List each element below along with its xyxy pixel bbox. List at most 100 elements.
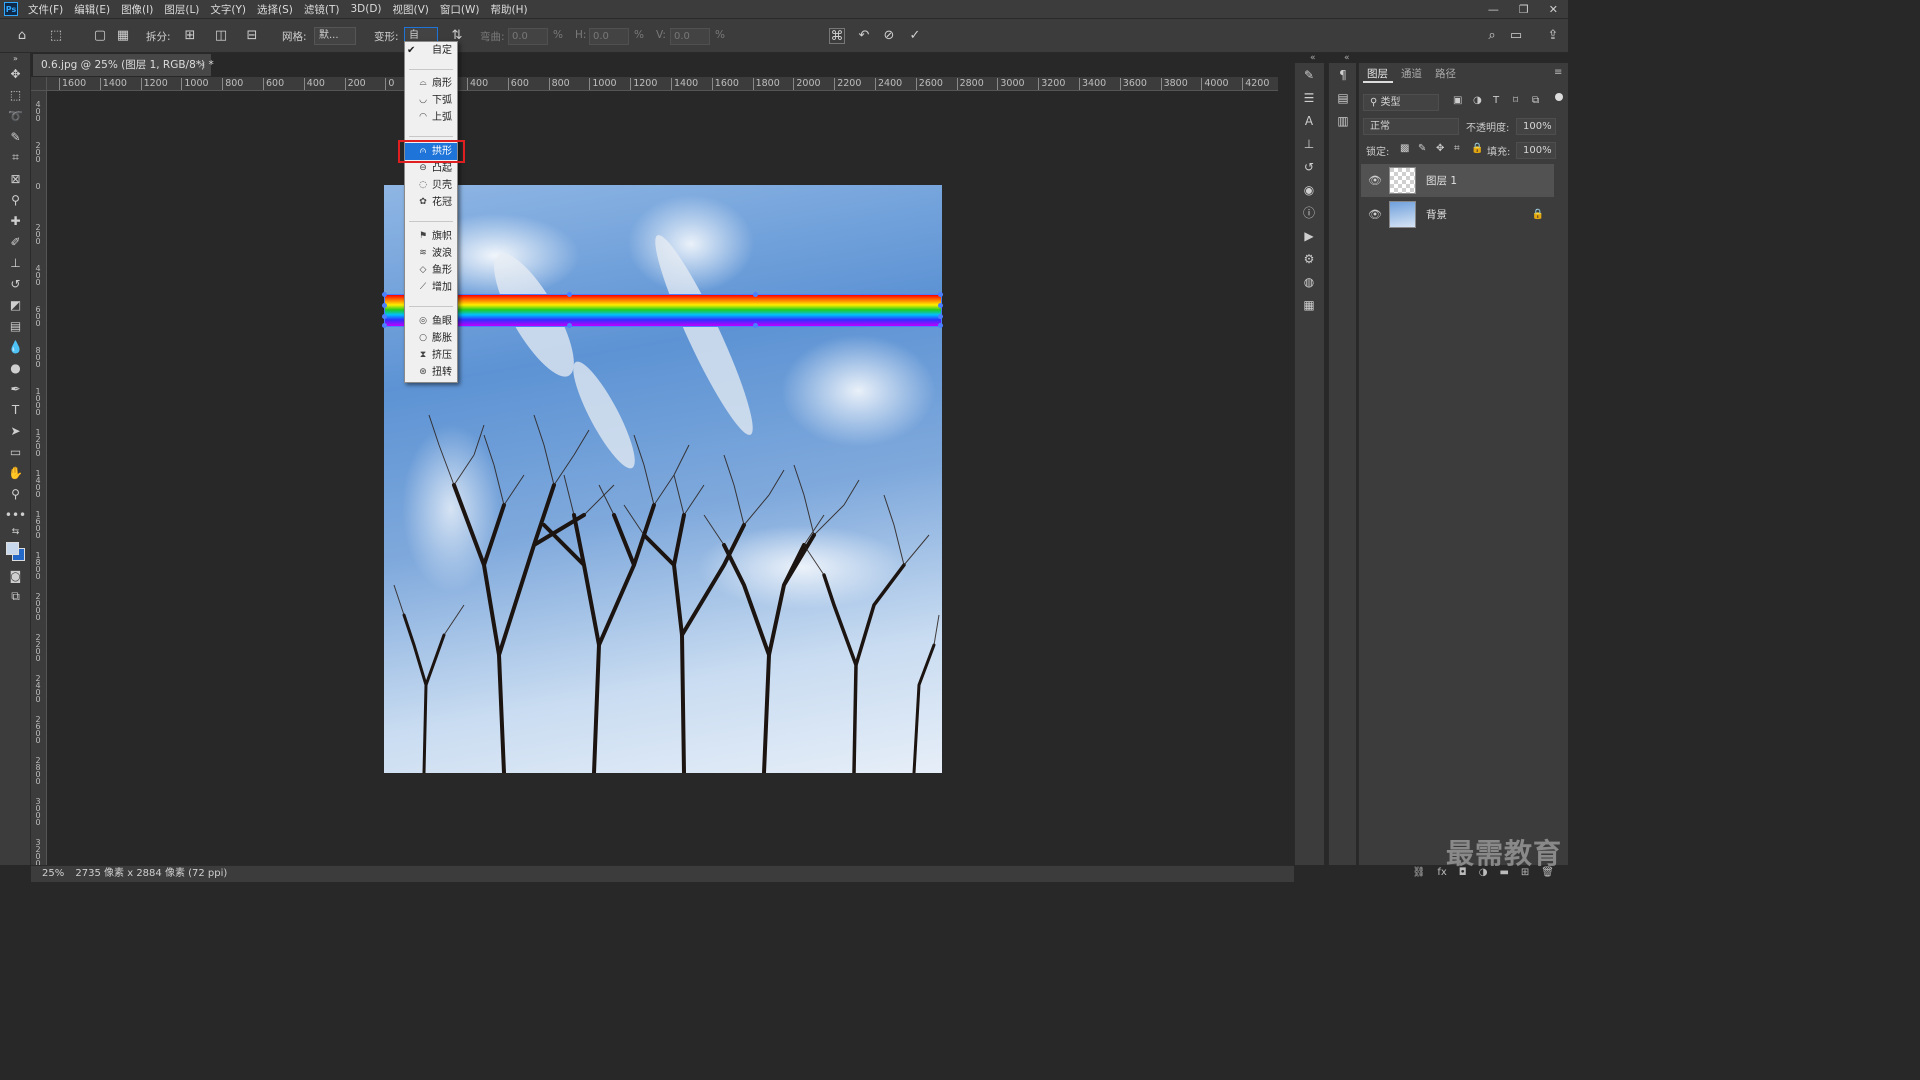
tab-channels[interactable]: 通道 — [1401, 66, 1422, 81]
zoom-tool-icon[interactable]: ⚲ — [0, 483, 31, 504]
move-tool-icon[interactable]: ✥ — [0, 63, 31, 84]
collapse-strip-icon[interactable]: « — [1310, 53, 1316, 63]
link-layers-icon[interactable]: ⛓ — [1413, 867, 1426, 878]
brush-settings-icon[interactable]: ✎ — [1295, 63, 1323, 86]
blur-tool-icon[interactable]: 💧 — [0, 336, 31, 357]
menu-help[interactable]: 帮助(H) — [491, 2, 528, 17]
split-horizontal-icon[interactable]: ⊟ — [244, 28, 260, 44]
document-info[interactable]: 2735 像素 x 2884 像素 (72 ppi) — [75, 868, 227, 879]
share-icon[interactable]: ⇪ — [1545, 28, 1561, 44]
reference-grid-icon[interactable]: ▦ — [115, 28, 131, 44]
warp-option-shell[interactable]: ◌ 贝壳 — [405, 177, 457, 194]
table-icon[interactable]: ▦ — [1295, 293, 1323, 316]
transform-handle[interactable] — [938, 303, 943, 308]
lock-position-icon[interactable]: ✥ — [1436, 143, 1444, 154]
close-window-button[interactable]: ✕ — [1549, 3, 1558, 16]
workspace-icon[interactable]: ▭ — [1508, 28, 1524, 44]
hand-tool-icon[interactable]: ✋ — [0, 462, 31, 483]
horizontal-ruler[interactable]: 1600 1400 1200 1000 800 600 400 200 0 400 600 800 10… — [47, 77, 1278, 91]
transform-handle[interactable] — [938, 323, 943, 328]
document-tab[interactable]: 0.6.jpg @ 25% (图层 1, RGB/8*) * × — [33, 54, 214, 76]
menu-type[interactable]: 文字(Y) — [210, 2, 246, 17]
visibility-eye-icon[interactable]: 👁 — [1365, 208, 1385, 221]
history-brush-tool-icon[interactable]: ↺ — [0, 273, 31, 294]
stamp-tool-icon[interactable]: ⊥ — [0, 252, 31, 273]
transform-handle[interactable] — [567, 292, 572, 297]
warp-option-flower[interactable]: ✿ 花冠 — [405, 194, 457, 211]
paragraph-icon[interactable]: ¶ — [1329, 63, 1357, 86]
libraries-icon[interactable]: ▤ — [1329, 86, 1357, 109]
warp-option-wave[interactable]: ≋ 波浪 — [405, 245, 457, 262]
menu-view[interactable]: 视图(V) — [393, 2, 429, 17]
transform-handle[interactable] — [382, 303, 387, 308]
restore-button[interactable]: ❐ — [1519, 3, 1529, 16]
rectangle-tool-icon[interactable]: ▭ — [0, 441, 31, 462]
transform-handle[interactable] — [382, 314, 387, 319]
visibility-eye-icon[interactable]: 👁 — [1365, 174, 1385, 187]
eraser-tool-icon[interactable]: ◩ — [0, 294, 31, 315]
foreground-color-swatch[interactable] — [5, 542, 19, 555]
styles-icon[interactable]: ◉ — [1295, 178, 1323, 201]
transform-handle[interactable] — [938, 292, 943, 297]
filter-smart-object-icon[interactable]: ⧉ — [1532, 95, 1539, 106]
blend-mode-select[interactable]: 正常 — [1363, 118, 1459, 135]
menu-window[interactable]: 窗口(W) — [440, 2, 480, 17]
panel-menu-icon[interactable]: ≡ — [1554, 67, 1562, 78]
dodge-tool-icon[interactable]: ● — [0, 357, 31, 378]
ruler-origin[interactable] — [31, 77, 47, 91]
menu-select[interactable]: 选择(S) — [257, 2, 293, 17]
tool-preset-icon[interactable]: ⬚ — [48, 28, 64, 44]
undo-icon[interactable]: ↶ — [856, 28, 872, 44]
pen-tool-icon[interactable]: ✒ — [0, 378, 31, 399]
warp-option-arc[interactable]: ⌓ 扇形 — [405, 75, 457, 92]
tab-paths[interactable]: 路径 — [1435, 66, 1456, 81]
lock-all-icon[interactable]: 🔒 — [1471, 143, 1483, 154]
brush-tool-icon[interactable]: ✐ — [0, 231, 31, 252]
clone-source-icon[interactable]: ⊥ — [1295, 132, 1323, 155]
color-swatches[interactable] — [0, 539, 31, 565]
crop-tool-icon[interactable]: ⌗ — [0, 147, 31, 168]
fill-input[interactable]: 100% — [1516, 142, 1556, 159]
warp-option-fish[interactable]: ◇ 鱼形 — [405, 262, 457, 279]
lock-transparent-icon[interactable]: ▩ — [1400, 143, 1409, 154]
close-document-icon[interactable]: × — [197, 54, 206, 76]
home-icon[interactable]: ⌂ — [14, 28, 30, 44]
transform-handle[interactable] — [938, 314, 943, 319]
3d-icon[interactable]: ◍ — [1295, 270, 1323, 293]
transform-handle[interactable] — [753, 323, 758, 328]
menu-file[interactable]: 文件(F) — [28, 2, 63, 17]
transform-handle[interactable] — [382, 292, 387, 297]
warp-option-custom[interactable]: ✔ 自定 — [405, 42, 457, 59]
menu-edit[interactable]: 编辑(E) — [74, 2, 110, 17]
split-vertical-icon[interactable]: ◫ — [213, 28, 229, 44]
zoom-level[interactable]: 25% — [42, 868, 64, 879]
opacity-input[interactable]: 100% — [1516, 118, 1556, 135]
filter-adjustment-icon[interactable]: ◑ — [1473, 95, 1482, 106]
character-icon[interactable]: A — [1295, 109, 1323, 132]
search-icon[interactable]: ⌕ — [1484, 28, 1500, 44]
layer-row[interactable]: 👁 背景 🔒 — [1361, 198, 1554, 231]
filter-shape-icon[interactable]: ⌑ — [1513, 95, 1518, 106]
swap-colors-icon[interactable]: ⇆ — [0, 525, 31, 539]
commit-transform-icon[interactable]: ✓ — [907, 28, 923, 44]
history-icon[interactable]: ↺ — [1295, 155, 1323, 178]
menu-image[interactable]: 图像(I) — [121, 2, 153, 17]
marquee-tool-icon[interactable]: ⬚ — [0, 84, 31, 105]
quick-mask-icon[interactable]: ◙ — [0, 565, 31, 586]
quick-select-tool-icon[interactable]: ✎ — [0, 126, 31, 147]
gradient-tool-icon[interactable]: ▤ — [0, 315, 31, 336]
lock-pixels-icon[interactable]: ✎ — [1418, 143, 1426, 154]
filter-toggle-icon[interactable] — [1555, 93, 1563, 101]
grid-select[interactable]: 默... — [314, 27, 356, 45]
more-tools-icon[interactable]: ••• — [0, 504, 31, 525]
cancel-transform-icon[interactable]: ⊘ — [881, 28, 897, 44]
split-cross-icon[interactable]: ⊞ — [182, 28, 198, 44]
warp-option-squeeze[interactable]: ⧗ 挤压 — [405, 347, 457, 364]
warp-option-inflate[interactable]: ○ 膨胀 — [405, 330, 457, 347]
healing-tool-icon[interactable]: ✚ — [0, 210, 31, 231]
collapse-toolbar-icon[interactable]: » — [0, 53, 31, 63]
warp-option-fisheye[interactable]: ◎ 鱼眼 — [405, 313, 457, 330]
filter-type-icon[interactable]: T — [1493, 95, 1499, 106]
eyedropper-tool-icon[interactable]: ⚲ — [0, 189, 31, 210]
menu-3d[interactable]: 3D(D) — [350, 3, 381, 15]
